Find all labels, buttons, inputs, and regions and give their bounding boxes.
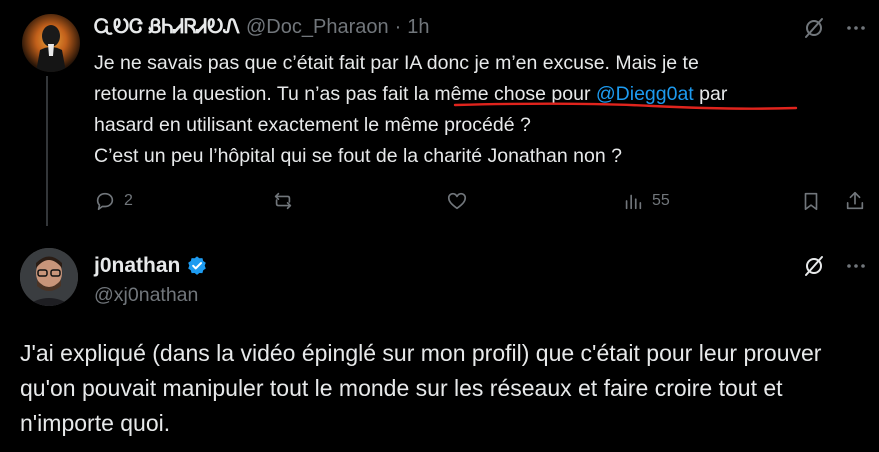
views-icon — [625, 194, 642, 210]
user-handle[interactable]: @Doc_Pharaon — [246, 16, 389, 39]
reply-button[interactable]: 2 — [94, 186, 133, 216]
tweet-text: J'ai expliqué (dans la vidéo épinglé sur… — [20, 340, 822, 436]
more-icon[interactable] — [842, 14, 870, 42]
avatar-image — [20, 248, 78, 306]
separator-dot: · — [394, 15, 402, 38]
views-button[interactable]: 55 — [622, 186, 670, 216]
share-button[interactable] — [844, 186, 866, 216]
like-button[interactable] — [446, 186, 476, 216]
thread-connector-line — [46, 76, 48, 226]
like-icon — [447, 192, 467, 210]
reply-count: 2 — [124, 192, 133, 209]
red-underline-annotation — [453, 102, 798, 110]
user-handle[interactable]: @xj0nathan — [94, 284, 198, 307]
tweet-text-line: Je ne savais pas que c’était fait par IA… — [94, 52, 699, 74]
repost-button[interactable] — [272, 186, 302, 216]
tweet-text-line: C’est un peu l’hôpital qui se fout de la… — [94, 145, 622, 167]
avatar-image — [36, 25, 66, 72]
avatar-j0nathan[interactable] — [20, 248, 78, 306]
tweet-header: ᏩᎧᏣ ᏰᏂᏗᏒᏗᎧᏁ @Doc_Pharaon · 1h — [94, 15, 430, 39]
share-icon — [846, 191, 864, 210]
tweet-actions-bar: 2 55 — [94, 186, 874, 216]
reply-icon — [96, 192, 114, 211]
display-name[interactable]: ᏩᎧᏣ ᏰᏂᏗᏒᏗᎧᏁ — [94, 16, 240, 39]
repost-icon — [274, 192, 292, 210]
tweet-text-line: hasard en utilisant exactement le même p… — [94, 114, 531, 136]
grok-icon[interactable] — [800, 14, 828, 42]
display-name[interactable]: j0nathan — [94, 254, 180, 278]
views-count: 55 — [652, 192, 670, 209]
avatar-doc-pharaon[interactable] — [22, 14, 80, 72]
bookmark-icon — [804, 192, 818, 211]
more-icon[interactable] — [842, 252, 870, 280]
bookmark-button[interactable] — [800, 186, 822, 216]
timestamp[interactable]: 1h — [407, 16, 429, 39]
verified-badge-icon[interactable] — [186, 255, 208, 277]
display-name-row: j0nathan — [94, 254, 208, 278]
grok-icon[interactable] — [800, 252, 828, 280]
